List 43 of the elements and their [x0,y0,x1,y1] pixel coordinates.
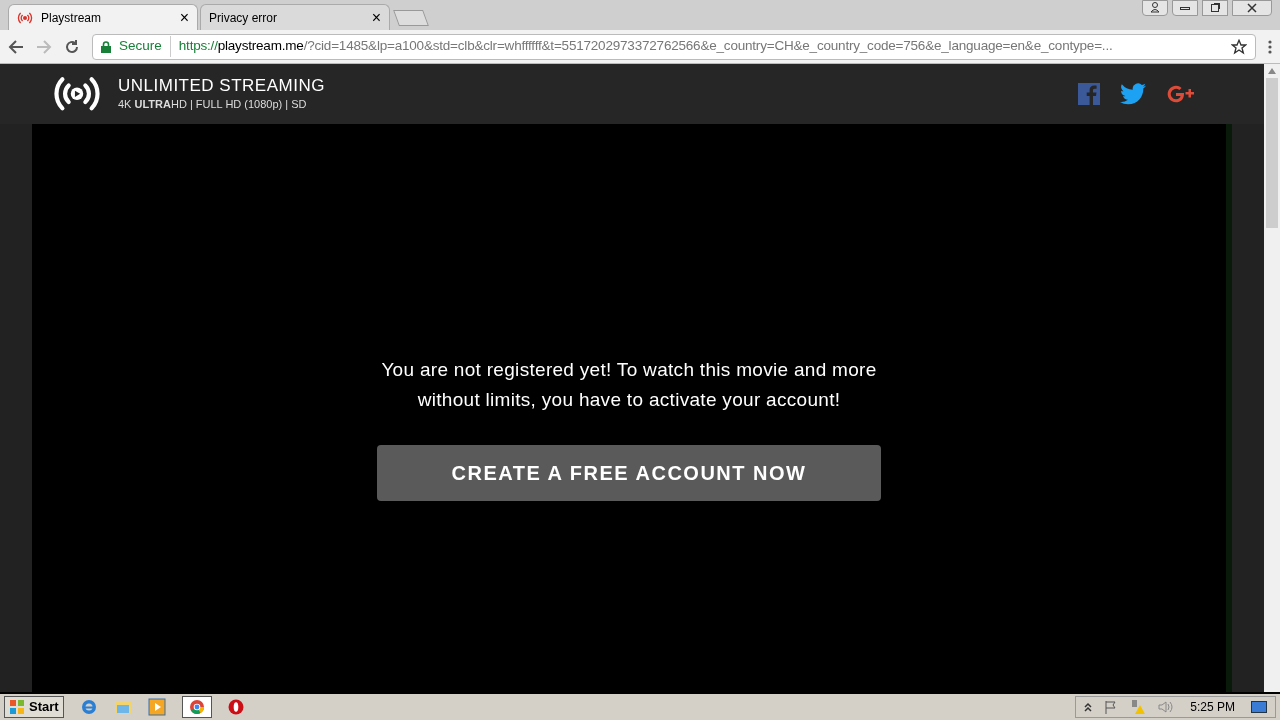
tab-title: Privacy error [209,9,278,27]
start-button[interactable]: Start [4,696,64,718]
google-plus-icon[interactable] [1166,84,1196,104]
logo-icon [52,75,102,113]
network-warning-icon[interactable] [1130,699,1147,715]
windows-logo-icon [9,699,25,715]
url-text: https://playstream.me/?cid=1485&lp=a100&std=clb&clr=whffffff&t=5517202973372762566&e_country=CH&e_country_code=756&e_language=en&e_contype=... [178,37,1113,56]
close-icon[interactable] [1232,0,1272,16]
tab-title: Playstream [41,9,103,27]
speaker-icon[interactable] [1158,700,1175,714]
new-tab-button[interactable] [393,10,429,26]
reload-icon[interactable] [64,38,80,55]
user-icon[interactable] [1142,0,1168,16]
registration-message: You are not registered yet! To watch this movie and more without limits, you have to activate your account! [380,358,878,412]
security-label: Secure [119,36,171,57]
lock-icon [101,40,111,53]
flag-icon[interactable] [1104,700,1119,714]
site-title: UNLIMITED STREAMING [118,75,325,96]
chrome-icon [188,699,205,715]
browser-tab[interactable]: Privacy error × [200,4,390,30]
tab-close-button[interactable]: × [371,5,381,30]
site-subtitle: 4K ULTRAHD | FULL HD (1080p) | SD [118,96,308,112]
chevron-up-icon[interactable] [1084,702,1093,712]
address-field[interactable]: Secure https://playstream.me/?cid=1485&lp=a100&std=clb&clr=whffffff&t=5517202973372762566&e_country=CH&e_country_code=756&e_language=en&e_contype=... [92,33,1256,60]
facebook-icon[interactable] [1078,83,1100,105]
scrollbar[interactable] [1264,64,1280,692]
media-player-icon[interactable] [147,698,166,716]
minimize-icon[interactable] [1172,0,1198,16]
create-account-button[interactable]: CREATE A FREE ACCOUNT NOW [377,445,881,501]
scroll-up-icon[interactable] [1268,68,1276,74]
browser-tab[interactable]: Playstream × [8,4,198,30]
back-icon[interactable] [8,38,24,55]
chrome-taskbar-button[interactable] [181,696,212,718]
menu-icon[interactable] [1268,39,1272,54]
restore-icon[interactable] [1202,0,1228,16]
twitter-icon[interactable] [1120,83,1146,105]
tab-close-button[interactable]: × [179,5,189,30]
tab-favicon-icon [17,11,33,24]
scrollbar-thumb[interactable] [1266,78,1278,228]
bookmark-star-icon[interactable] [1231,38,1247,55]
browser-e-icon[interactable] [79,698,98,716]
show-desktop-icon[interactable] [1251,701,1267,713]
opera-icon[interactable] [227,699,244,715]
